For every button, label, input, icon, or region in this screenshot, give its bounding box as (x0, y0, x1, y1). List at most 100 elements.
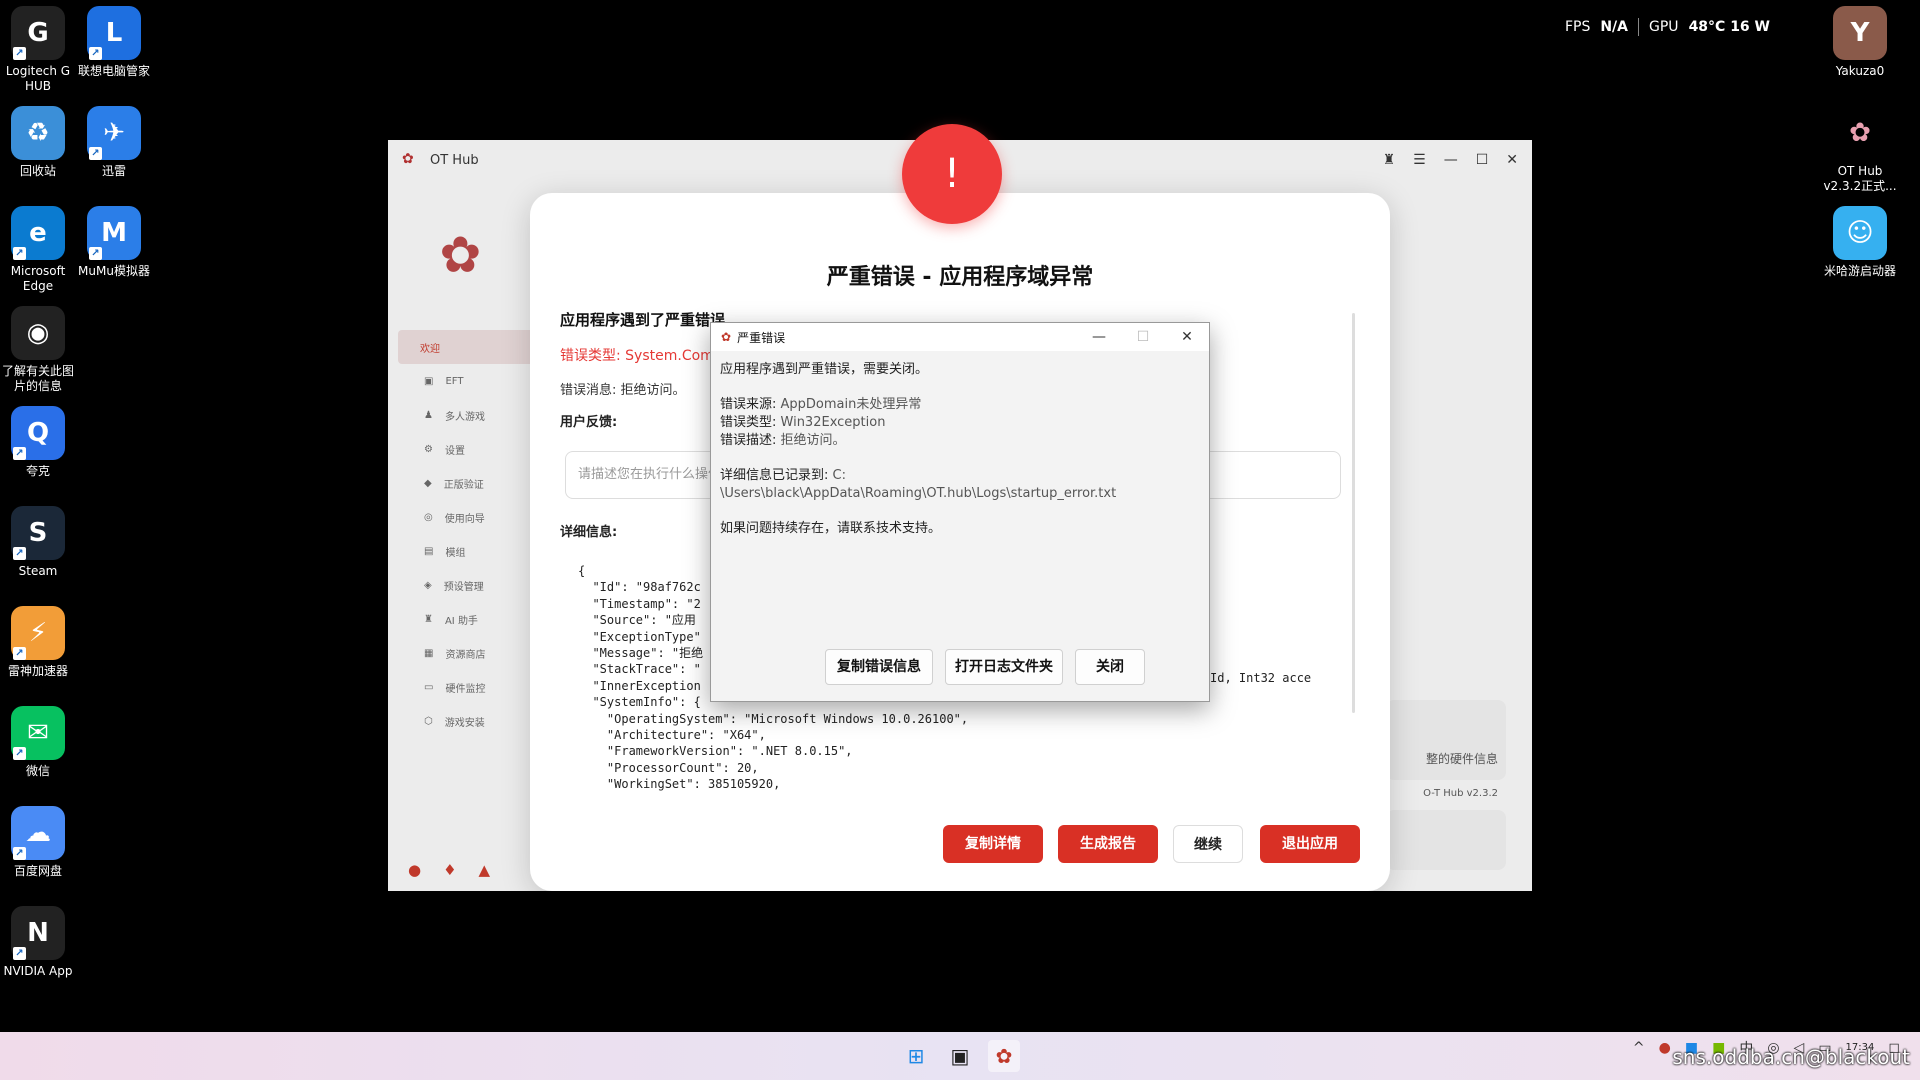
detail-label: 详细信息: (560, 525, 618, 540)
scrollbar[interactable] (1352, 313, 1355, 713)
desktop-icon[interactable]: L ↗ 联想电脑管家 (76, 6, 152, 79)
desktop-icon[interactable]: ♻ 回收站 (0, 106, 76, 179)
dialog-close-action-button[interactable]: 关闭 (1075, 649, 1145, 685)
app-icon: ☁ ↗ (11, 806, 65, 860)
desktop-icon[interactable]: Y Yakuza0 (1822, 6, 1898, 79)
app-icon: ✉ ↗ (11, 706, 65, 760)
desktop-icon-label: 联想电脑管家 (77, 64, 150, 78)
dialog-desc: 错误描述: 拒绝访问。 (720, 432, 1200, 450)
taskbar: ⊞ ▣ ✿ ^ ● ■ ■ 中 ◎ ◁ ▭ 17:34 ◻ (0, 1032, 1920, 1080)
tray-app-icon[interactable]: ● (1659, 1040, 1671, 1056)
desktop-icon-label: 夸克 (25, 464, 50, 478)
desktop-icon[interactable]: ◉ 了解有关此图片的信息 (0, 306, 76, 394)
sidebar-item[interactable]: ♟ 多人游戏 (388, 398, 533, 432)
desktop-icon-label: 回收站 (19, 164, 56, 178)
dialog-log: 详细信息已记录到: C: (720, 467, 1200, 485)
open-log-folder-button[interactable]: 打开日志文件夹 (945, 649, 1063, 685)
desktop-icon[interactable]: N ↗ NVIDIA App (0, 906, 76, 979)
desktop-icon[interactable]: G ↗ Logitech G HUB (0, 6, 76, 94)
desktop-icon[interactable]: Q ↗ 夸克 (0, 406, 76, 479)
hardware-card (1386, 700, 1506, 780)
store-icon: ▦ (424, 647, 434, 659)
desktop-icon[interactable]: ✈ ↗ 迅雷 (76, 106, 152, 179)
desktop-icon-label: NVIDIA App (3, 964, 73, 978)
desktop-icon-label: Steam (18, 564, 58, 578)
shortcut-arrow-icon: ↗ (13, 847, 26, 860)
desktop-icon[interactable]: ⚡ ↗ 雷神加速器 (0, 606, 76, 679)
app-icon: N ↗ (11, 906, 65, 960)
dialog-line: 应用程序遇到严重错误，需要关闭。 (720, 362, 929, 377)
error-type: 错误类型: System.Comp (560, 348, 723, 364)
shortcut-arrow-icon: ↗ (89, 147, 102, 160)
chevron-up-icon[interactable]: ^ (1633, 1040, 1645, 1056)
guide-icon: ◎ (424, 511, 433, 523)
app-icon: G ↗ (11, 6, 65, 60)
dialog-maximize-button[interactable]: ☐ (1121, 329, 1165, 345)
copy-error-button[interactable]: 复制错误信息 (825, 649, 933, 685)
sidebar-item[interactable]: ◈ 预设管理 (388, 568, 533, 602)
close-button[interactable]: ✕ (1506, 152, 1518, 168)
menu-icon[interactable]: ☰ (1413, 152, 1426, 168)
desktop-icon[interactable]: ✉ ↗ 微信 (0, 706, 76, 779)
dialog-title: 严重错误 (737, 330, 786, 345)
continue-button[interactable]: 继续 (1173, 825, 1243, 863)
sidebar-item[interactable]: ▣ EFT (388, 364, 533, 398)
ot-hub-taskbar-icon[interactable]: ✿ (988, 1040, 1020, 1072)
sidebar-item[interactable]: ♜ AI 助手 (388, 602, 533, 636)
install-icon: ⬡ (424, 715, 433, 727)
desktop-icon[interactable]: ☺ 米哈游启动器 (1822, 206, 1898, 279)
gpu-label: GPU (1649, 19, 1679, 35)
divider (1638, 18, 1640, 36)
type-value: Win32Exception (780, 415, 886, 430)
fps-overlay: FPS N/A GPU 48°C 16 W (1565, 18, 1770, 36)
type-label: 错误类型: (720, 415, 781, 430)
github-icon[interactable]: ● (408, 861, 421, 879)
sidebar-item-label: 多人游戏 (444, 411, 485, 423)
shortcut-arrow-icon: ↗ (13, 647, 26, 660)
desktop-icon-label: Microsoft Edge (10, 264, 66, 293)
desktop-icon[interactable]: M ↗ MuMu模拟器 (76, 206, 152, 279)
desktop-icon[interactable]: S ↗ Steam (0, 506, 76, 579)
sidebar-item[interactable]: ▭ 硬件监控 (388, 670, 533, 704)
bulb-icon[interactable]: ♦ (443, 861, 456, 879)
sidebar-item[interactable]: 欢迎 (398, 330, 533, 364)
sidebar-item-label: EFT (445, 375, 464, 387)
app-title: OT Hub (430, 152, 479, 168)
exit-app-button[interactable]: 退出应用 (1260, 825, 1360, 863)
sidebar-item[interactable]: ◆ 正版验证 (388, 466, 533, 500)
sidebar-item[interactable]: ⬡ 游戏安装 (388, 704, 533, 738)
shortcut-arrow-icon: ↗ (13, 47, 26, 60)
desktop-icon[interactable]: ✿ OT Hub v2.3.2正式... (1822, 106, 1898, 194)
dialog-titlebar: ✿ 严重错误 — ☐ ✕ (711, 323, 1209, 351)
error-title: 严重错误 - 应用程序域异常 (826, 265, 1094, 290)
gpu-value: 48°C 16 W (1688, 19, 1770, 35)
log-path-cont: \Users\black\AppData\Roaming\OT.hub\Logs… (720, 486, 1117, 501)
generate-report-button[interactable]: 生成报告 (1058, 825, 1158, 863)
shortcut-arrow-icon: ↗ (13, 447, 26, 460)
sidebar-item-label: 硬件监控 (445, 683, 486, 695)
sidebar-item-label: 游戏安装 (444, 717, 485, 729)
gear-icon: ⚙ (424, 443, 433, 455)
sidebar-footer: ● ♦ ▲ (408, 861, 490, 879)
copy-details-button[interactable]: 复制详情 (943, 825, 1043, 863)
desktop-icon[interactable]: ☁ ↗ 百度网盘 (0, 806, 76, 879)
robot-icon[interactable]: ♜ (1383, 152, 1396, 168)
info-card (1386, 810, 1506, 870)
qq-icon[interactable]: ▲ (479, 861, 491, 879)
sidebar-item[interactable]: ▤ 模组 (388, 534, 533, 568)
dialog-close-button[interactable]: ✕ (1165, 329, 1209, 345)
task-view-icon[interactable]: ▣ (944, 1040, 976, 1072)
watermark: sns.oddba.cn@blackout (1672, 1045, 1910, 1069)
desc-label: 错误描述: (720, 433, 781, 448)
minimize-button[interactable]: — (1444, 152, 1458, 168)
maximize-button[interactable]: ☐ (1476, 152, 1489, 168)
sidebar-item[interactable]: ⚙ 设置 (388, 432, 533, 466)
sidebar-logo-icon: ✿ (439, 226, 482, 284)
desktop-icon-label: OT Hub v2.3.2正式... (1823, 164, 1897, 193)
sidebar-item[interactable]: ◎ 使用向导 (388, 500, 533, 534)
dialog-minimize-button[interactable]: — (1077, 329, 1121, 345)
sidebar-item[interactable]: ▦ 资源商店 (388, 636, 533, 670)
app-icon: ☺ (1833, 206, 1887, 260)
start-button[interactable]: ⊞ (900, 1040, 932, 1072)
desktop-icon[interactable]: e ↗ Microsoft Edge (0, 206, 76, 294)
